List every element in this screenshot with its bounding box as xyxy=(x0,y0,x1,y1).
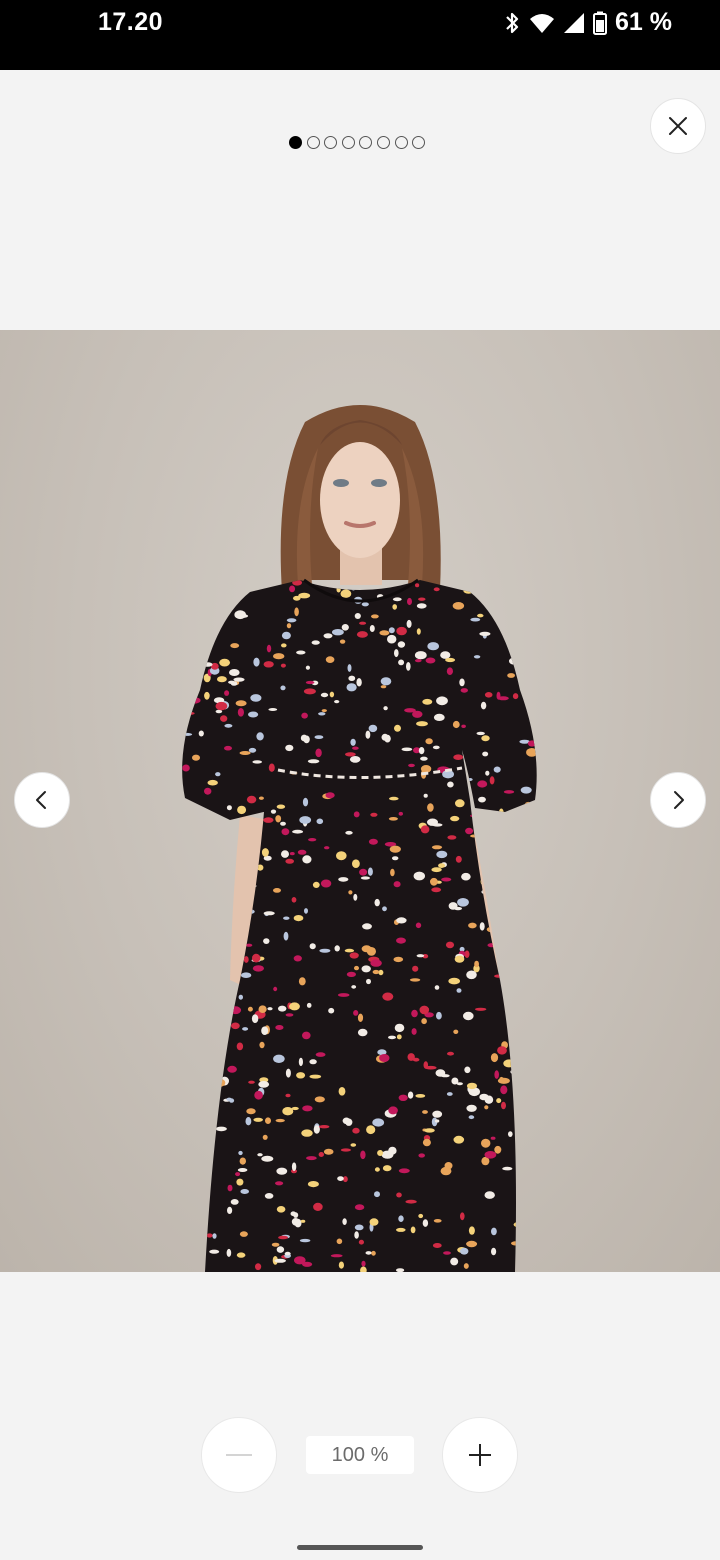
zoom-level: 100 % xyxy=(306,1436,414,1474)
status-time: 17.20 xyxy=(98,8,164,36)
close-button[interactable] xyxy=(650,98,706,154)
close-icon xyxy=(669,117,687,135)
pager-dot[interactable] xyxy=(376,136,390,149)
status-bar: 17.20 61 % xyxy=(0,0,720,70)
cellular-signal-icon xyxy=(563,12,585,34)
wifi-icon xyxy=(529,12,555,34)
plus-icon xyxy=(469,1444,491,1466)
battery-icon xyxy=(593,11,608,35)
chevron-right-icon xyxy=(674,791,684,809)
pager-dot[interactable] xyxy=(394,136,408,149)
status-icons: 61 % xyxy=(503,8,672,37)
battery-percentage: 61 % xyxy=(615,8,672,36)
pager-dot[interactable] xyxy=(306,136,320,149)
pager-dot[interactable] xyxy=(324,136,338,149)
product-image-illustration xyxy=(182,405,537,1272)
zoom-out-button[interactable] xyxy=(201,1417,277,1493)
zoom-in-button[interactable] xyxy=(442,1417,518,1493)
product-image[interactable] xyxy=(0,330,720,1272)
home-indicator[interactable] xyxy=(297,1545,423,1550)
minus-icon xyxy=(226,1454,252,1456)
pager-dot[interactable] xyxy=(341,136,355,149)
pager-dot[interactable] xyxy=(359,136,373,149)
pager-dot[interactable] xyxy=(289,136,302,149)
pager-dot[interactable] xyxy=(412,136,426,149)
previous-image-button[interactable] xyxy=(14,772,70,828)
bluetooth-icon xyxy=(503,11,521,35)
next-image-button[interactable] xyxy=(650,772,706,828)
chevron-left-icon xyxy=(36,791,46,809)
image-pager xyxy=(289,136,426,149)
